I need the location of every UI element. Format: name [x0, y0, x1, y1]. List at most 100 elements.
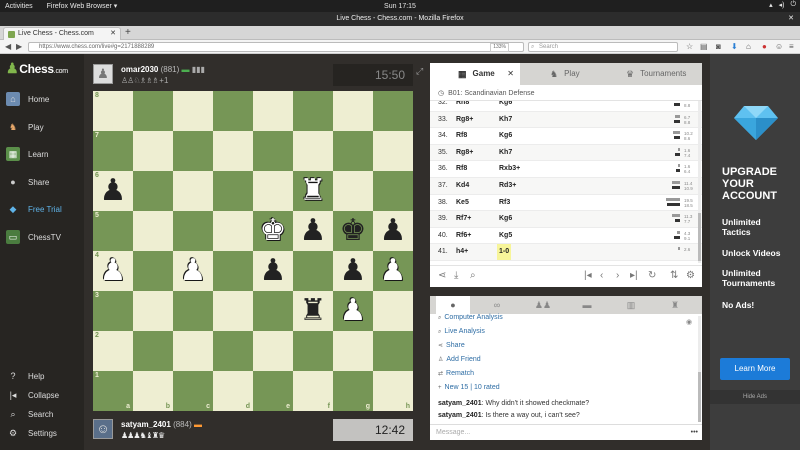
black-move[interactable]: Kh7 — [499, 112, 512, 128]
square-b2[interactable] — [133, 331, 173, 371]
white-move[interactable]: Rg8+ — [456, 112, 473, 128]
square-h8[interactable] — [373, 91, 413, 131]
square-c1[interactable]: c — [173, 371, 213, 411]
bottom-player-name[interactable]: satyam_2401 (884) ▬ — [121, 420, 202, 429]
first-move-icon[interactable]: |◂ — [584, 270, 592, 281]
sidebar-item-play[interactable]: ♞ Play — [6, 120, 44, 134]
menu-icon[interactable]: ≡ — [789, 41, 794, 53]
computer-analysis-link[interactable]: ⌕ Computer Analysis — [438, 314, 503, 322]
square-g8[interactable] — [333, 91, 373, 131]
square-b6[interactable] — [133, 171, 173, 211]
black-move[interactable]: Rf3 — [499, 195, 510, 211]
download-icon[interactable]: ⤓ — [454, 270, 458, 281]
square-g5[interactable]: ♚ — [333, 211, 373, 251]
square-e7[interactable] — [253, 131, 293, 171]
opening-name[interactable]: ◷ B01: Scandinavian Defense — [430, 87, 702, 101]
previous-move-icon[interactable]: ‹ — [600, 270, 603, 281]
sidebar-item-search[interactable]: ⌕ Search — [6, 407, 53, 421]
square-e2[interactable] — [253, 331, 293, 371]
square-f8[interactable] — [293, 91, 333, 131]
black-piece[interactable]: ♟ — [253, 251, 293, 291]
square-c6[interactable] — [173, 171, 213, 211]
square-f4[interactable] — [293, 251, 333, 291]
black-piece[interactable]: ♟ — [333, 251, 373, 291]
tab-close-icon[interactable]: ✕ — [110, 28, 116, 40]
black-move[interactable]: Kg6 — [499, 101, 512, 111]
square-b7[interactable] — [133, 131, 173, 171]
square-b1[interactable]: b — [133, 371, 173, 411]
black-move[interactable]: Kg5 — [499, 228, 512, 244]
square-a8[interactable]: 8 — [93, 91, 133, 131]
zoom-level[interactable]: 133% — [490, 43, 509, 52]
black-move[interactable]: Rxb3+ — [499, 161, 520, 177]
new-tab-icon[interactable]: + — [125, 27, 131, 39]
avatar[interactable]: ♟ — [93, 64, 113, 84]
square-c2[interactable] — [173, 331, 213, 371]
watch-icon[interactable]: ∞ — [480, 296, 514, 314]
square-g7[interactable] — [333, 131, 373, 171]
square-g6[interactable] — [333, 171, 373, 211]
square-h5[interactable]: ♟ — [373, 211, 413, 251]
system-tray[interactable]: ▴ ◂) ⏻ — [769, 1, 796, 9]
scrollbar-thumb[interactable] — [698, 213, 701, 261]
top-player-name[interactable]: omar2030 (881) ▬ ▮▮▮ — [121, 65, 205, 74]
sidebar-item-home[interactable]: ⌂ Home — [6, 92, 49, 106]
upgrade-ad[interactable]: UPGRADE YOUR ACCOUNT Unlimited Tactics Un… — [710, 54, 800, 450]
black-piece[interactable]: ♚ — [333, 211, 373, 251]
square-e8[interactable] — [253, 91, 293, 131]
square-f1[interactable]: f — [293, 371, 333, 411]
url-bar[interactable]: https://www.chess.com/live#g=2171888289 … — [28, 42, 524, 52]
scrollbar-thumb[interactable] — [698, 372, 701, 422]
stats-icon[interactable]: ▥ — [614, 296, 648, 314]
move-list[interactable]: 32. Rh8 Kg6 8.8 33. Rg8+ Kh7 6.7 8.8 34. Rf8 Kg6 10.… — [430, 101, 702, 263]
square-g1[interactable]: g — [333, 371, 373, 411]
events-icon[interactable]: ♜ — [658, 296, 692, 314]
white-move[interactable]: Ke5 — [456, 195, 469, 211]
white-move[interactable]: Kd4 — [456, 178, 469, 194]
black-move[interactable]: Kg6 — [499, 128, 512, 144]
message-input[interactable]: Message... ••• — [430, 424, 702, 440]
hide-ads-link[interactable]: Hide Ads — [710, 390, 800, 404]
white-move[interactable]: Rh8 — [456, 101, 469, 111]
clipboard-icon[interactable]: ▤ — [700, 41, 708, 53]
black-piece[interactable]: ♟ — [373, 211, 413, 251]
square-a1[interactable]: 1a — [93, 371, 133, 411]
browser-app-menu[interactable]: Firefox Web Browser ▾ — [47, 2, 118, 10]
black-move[interactable]: Rd3+ — [499, 178, 516, 194]
white-piece[interactable]: ♟ — [93, 251, 133, 291]
friends-icon[interactable]: ♟♟ — [526, 296, 560, 314]
square-e3[interactable] — [253, 291, 293, 331]
settings-icon[interactable]: ⚙ — [686, 270, 695, 281]
white-move[interactable]: h4+ — [456, 244, 468, 260]
black-move[interactable]: Kg6 — [499, 211, 512, 227]
browser-tab[interactable]: Live Chess - Chess.com ✕ — [3, 27, 121, 40]
black-piece[interactable]: ♟ — [93, 171, 133, 211]
white-piece[interactable]: ♟ — [173, 251, 213, 291]
browser-search-input[interactable]: ⌕ Search — [528, 42, 678, 52]
square-h7[interactable] — [373, 131, 413, 171]
sync-icon[interactable]: ☺ — [775, 41, 783, 53]
square-d2[interactable] — [213, 331, 253, 371]
chat-scrollbar[interactable] — [698, 316, 701, 422]
download-icon[interactable]: ⬇ — [731, 41, 738, 53]
window-close-icon[interactable]: ✕ — [788, 12, 794, 26]
chat-icon[interactable]: ● — [436, 296, 470, 314]
white-move[interactable]: Rf7+ — [456, 211, 471, 227]
chess-board[interactable]: 8 7 6 ♟ ♜ 5 ♚ ♟ ♚ ♟ 4 ♟ ♟ ♟ ♟ ♟ 3 ♜ ♟ 2 1 a b c d e f g h — [93, 91, 413, 411]
square-b4[interactable] — [133, 251, 173, 291]
expand-icon[interactable]: ⤢ — [416, 66, 423, 77]
square-f3[interactable]: ♜ — [293, 291, 333, 331]
square-b5[interactable] — [133, 211, 173, 251]
square-c4[interactable]: ♟ — [173, 251, 213, 291]
bookmark-star-icon[interactable]: ☆ — [686, 41, 693, 53]
square-a2[interactable]: 2 — [93, 331, 133, 371]
square-h1[interactable]: h — [373, 371, 413, 411]
square-h4[interactable]: ♟ — [373, 251, 413, 291]
square-c8[interactable] — [173, 91, 213, 131]
sidebar-item-collapse[interactable]: |◂ Collapse — [6, 388, 60, 402]
square-f6[interactable]: ♜ — [293, 171, 333, 211]
forward-icon[interactable]: ▶ — [16, 41, 22, 53]
square-c3[interactable] — [173, 291, 213, 331]
square-h3[interactable] — [373, 291, 413, 331]
square-a5[interactable]: 5 — [93, 211, 133, 251]
